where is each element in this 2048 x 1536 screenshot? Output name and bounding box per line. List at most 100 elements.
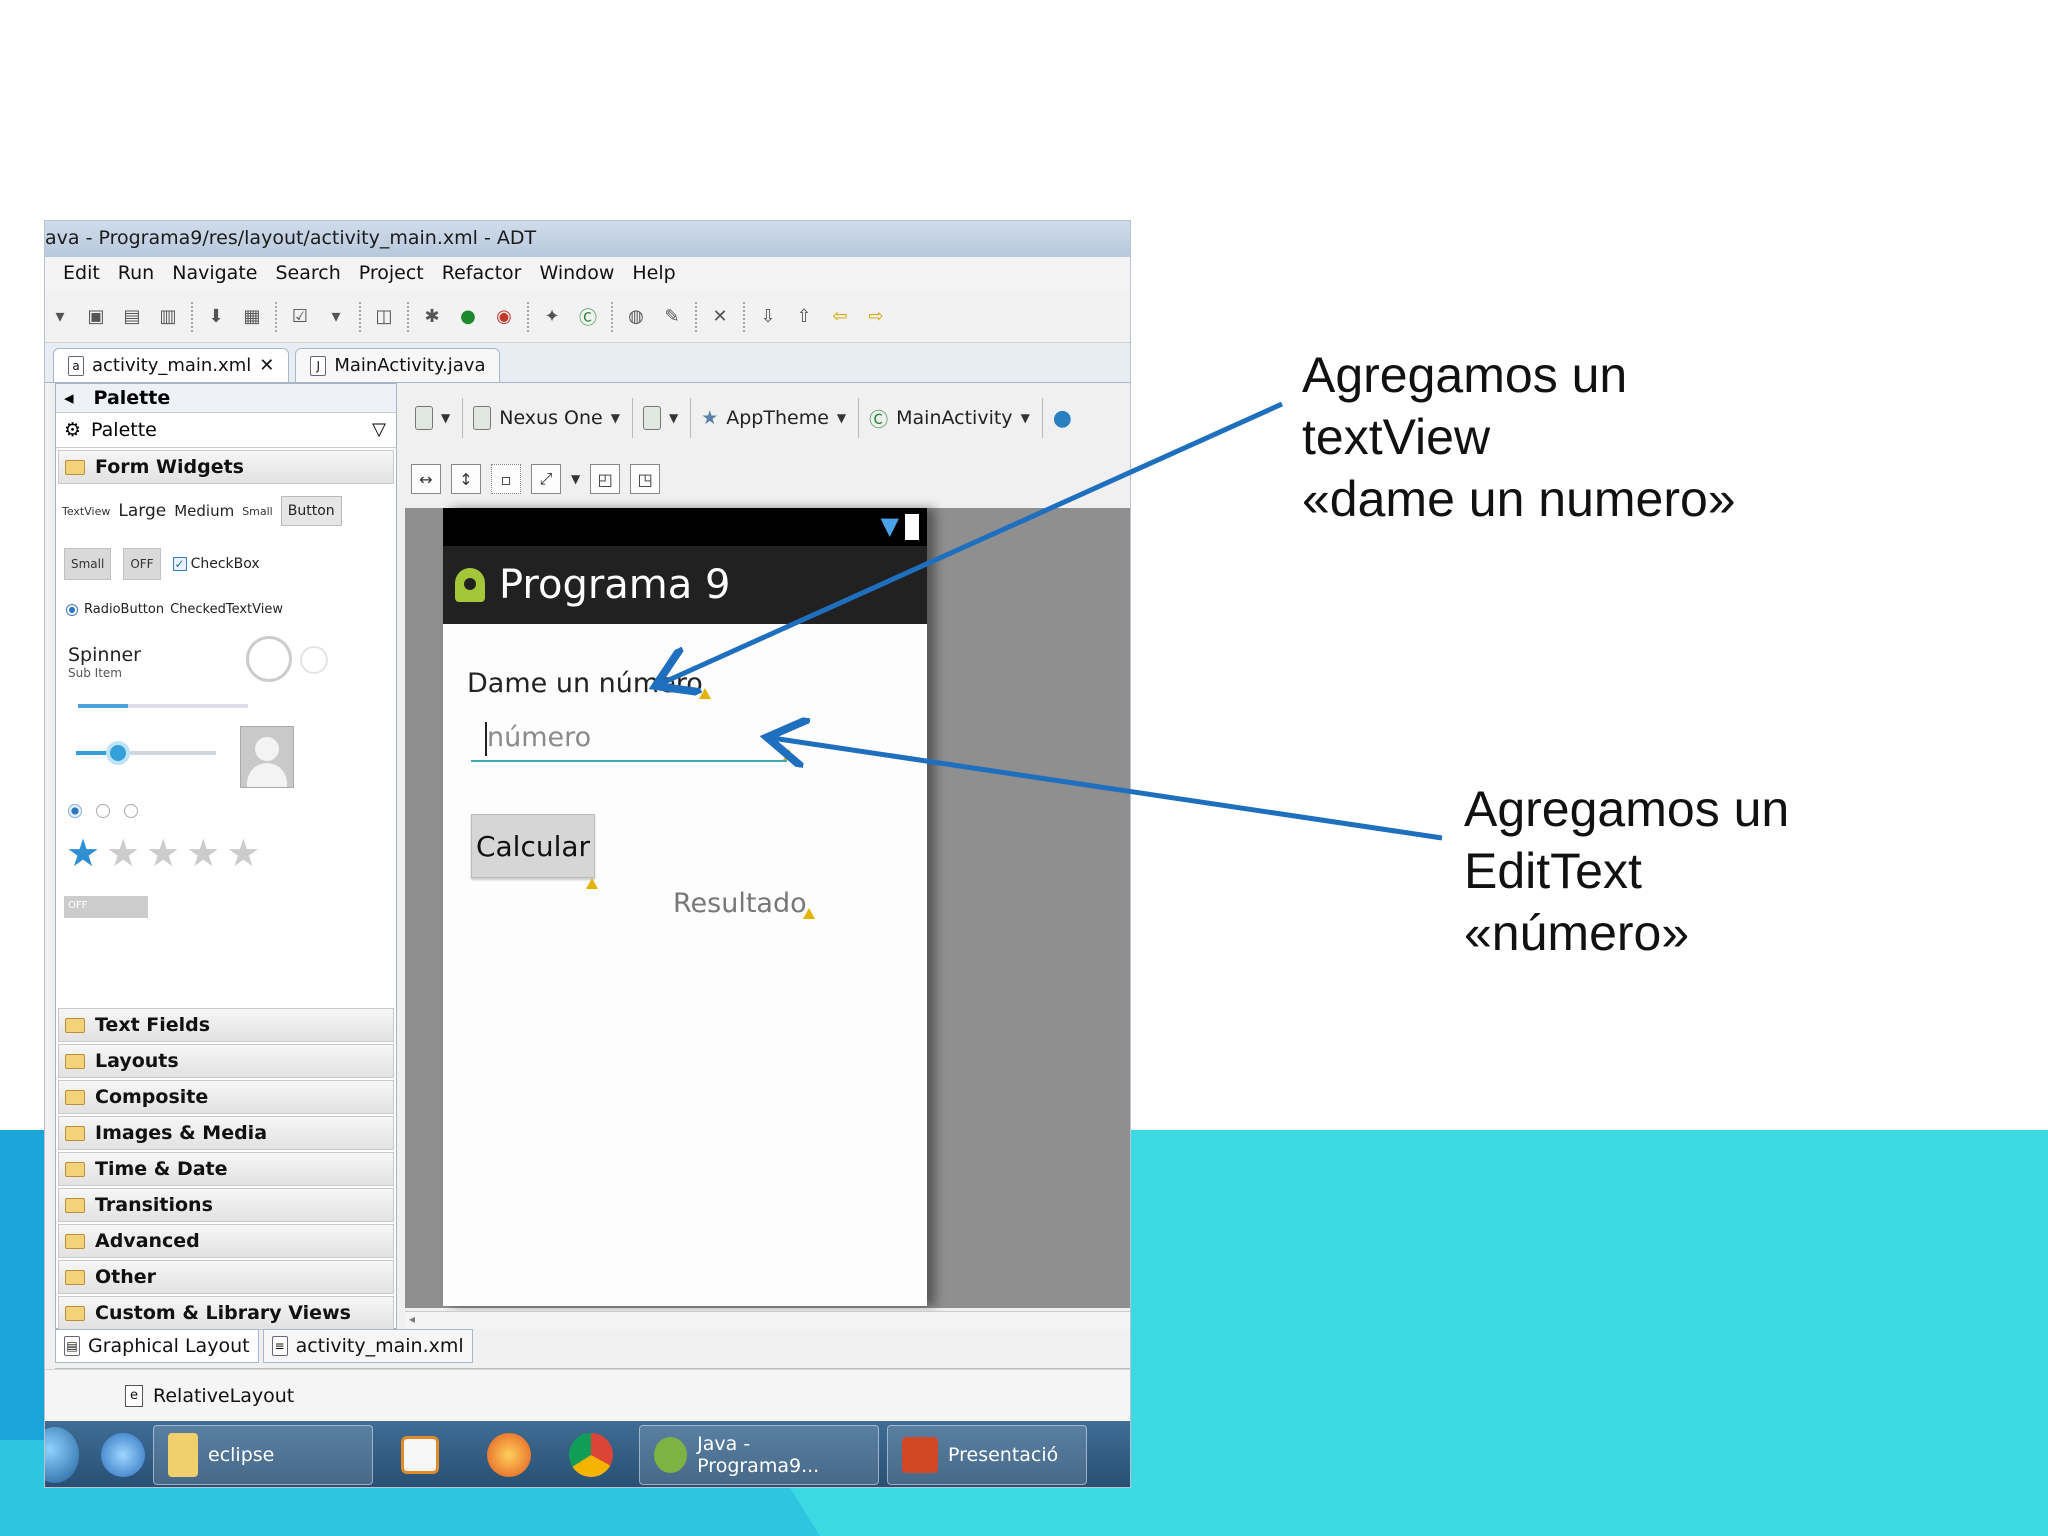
widget-large-text[interactable]: Large [118, 501, 166, 521]
start-button[interactable] [45, 1427, 79, 1483]
save-icon[interactable]: ▣ [83, 304, 109, 330]
taskbar-powerpoint[interactable]: Presentació [887, 1425, 1087, 1485]
lint-dropdown-icon[interactable]: ▾ [323, 304, 349, 330]
external-tools-icon[interactable]: ◉ [491, 304, 517, 330]
palette-selector[interactable]: ⚙ Palette ▽ [56, 412, 396, 448]
config-dropdown[interactable]: ▼ [415, 398, 464, 438]
save-all-icon[interactable]: ▤ [119, 304, 145, 330]
chrome-icon [569, 1433, 613, 1477]
widget-toggle-button[interactable]: OFF [123, 548, 161, 580]
widget-progress-bar[interactable] [78, 704, 248, 708]
outline-item-relativelayout[interactable]: RelativeLayout [153, 1385, 294, 1407]
widget-progress-large[interactable] [246, 636, 292, 682]
orientation-dropdown[interactable]: ▼ [642, 398, 692, 438]
menu-window[interactable]: Window [539, 262, 614, 291]
category-composite[interactable]: Composite [58, 1080, 394, 1114]
chevron-down-icon[interactable]: ▽ [372, 419, 386, 440]
editor-tabs: a activity_main.xml ✕ J MainActivity.jav… [45, 343, 1130, 383]
layout-left-icon[interactable]: ◰ [590, 464, 621, 494]
palette-header: ◂ Palette [56, 384, 396, 412]
seekbar-thumb[interactable] [106, 741, 130, 765]
menu-navigate[interactable]: Navigate [172, 262, 257, 291]
tab-label: MainActivity.java [334, 355, 486, 376]
edittext-number[interactable]: número [471, 716, 795, 762]
menu-edit[interactable]: Edit [63, 262, 100, 291]
widget-spinner[interactable]: Spinner Sub Item [68, 644, 141, 680]
widget-progress-small[interactable] [300, 646, 328, 674]
widget-medium-text[interactable]: Medium [174, 502, 234, 520]
widget-quickcontactbadge[interactable] [240, 726, 294, 788]
back-icon[interactable]: ⇦ [827, 304, 853, 330]
calculate-button[interactable]: Calcular [471, 814, 598, 889]
margins-icon[interactable]: ▫ [491, 464, 521, 494]
menu-refactor[interactable]: Refactor [442, 262, 522, 291]
lint-icon[interactable]: ☑ [287, 304, 313, 330]
tab-xml-source[interactable]: ≡ activity_main.xml [262, 1329, 473, 1363]
category-images-media[interactable]: Images & Media [58, 1116, 394, 1150]
category-text-fields[interactable]: Text Fields [58, 1008, 394, 1042]
collapse-icon[interactable]: ◂ [64, 387, 74, 409]
close-icon[interactable]: ✕ [259, 355, 274, 376]
widget-textview[interactable]: TextView [62, 505, 110, 518]
widget-checkedtextview[interactable]: CheckedTextView [170, 602, 283, 617]
tab-main-activity[interactable]: J MainActivity.java [295, 348, 501, 382]
locale-globe-icon[interactable]: ● [1053, 406, 1072, 431]
category-time-date[interactable]: Time & Date [58, 1152, 394, 1186]
toggle-fill-height-icon[interactable]: ↕ [451, 464, 481, 494]
forward-icon[interactable]: ⇨ [863, 304, 889, 330]
open-type-icon[interactable]: ◍ [623, 304, 649, 330]
tab-graphical-layout[interactable]: ▤ Graphical Layout [55, 1329, 259, 1363]
taskbar-chrome[interactable] [569, 1425, 613, 1485]
pin-icon[interactable]: ✕ [707, 304, 733, 330]
device-dropdown[interactable]: Nexus One ▼ [473, 398, 633, 438]
designer-layout-bar: ↔ ↕ ▫ ⤢ ▼ ◰ ◳ [397, 453, 1130, 505]
taskbar-ie[interactable] [101, 1425, 145, 1485]
widget-small-text[interactable]: Small [242, 505, 273, 518]
activity-icon: Ⓒ [869, 408, 889, 431]
new-icon[interactable]: ▾ [47, 304, 73, 330]
activity-dropdown[interactable]: Ⓒ MainActivity ▼ [869, 398, 1043, 438]
widget-checkbox[interactable]: ✓ CheckBox [172, 556, 260, 572]
new-package-icon[interactable]: ✦ [539, 304, 565, 330]
search-icon[interactable]: ✎ [659, 304, 685, 330]
chevron-down-icon[interactable]: ▼ [571, 472, 580, 486]
next-annotation-icon[interactable]: ⇩ [755, 304, 781, 330]
taskbar-firefox[interactable] [487, 1425, 531, 1485]
toggle-fill-width-icon[interactable]: ↔ [411, 464, 441, 494]
zoom-fit-icon[interactable]: ⤢ [531, 464, 561, 494]
menu-project[interactable]: Project [359, 262, 424, 291]
widget-button[interactable]: Button [280, 496, 342, 526]
category-advanced[interactable]: Advanced [58, 1224, 394, 1258]
taskbar-java-programa9[interactable]: Java - Programa9... [639, 1425, 879, 1485]
taskbar-media-player[interactable] [401, 1425, 439, 1485]
textview-prompt[interactable]: Dame un número [467, 668, 711, 699]
run-icon[interactable]: ● [455, 304, 481, 330]
category-custom-library-views[interactable]: Custom & Library Views [58, 1296, 394, 1330]
new-android-file-icon[interactable]: ◫ [371, 304, 397, 330]
menu-search[interactable]: Search [275, 262, 340, 291]
previous-annotation-icon[interactable]: ⇧ [791, 304, 817, 330]
layout-right-icon[interactable]: ◳ [630, 464, 661, 494]
menu-run[interactable]: Run [118, 262, 154, 291]
category-form-widgets[interactable]: Form Widgets [58, 450, 394, 484]
debug-icon[interactable]: ✱ [419, 304, 445, 330]
menu-help[interactable]: Help [632, 262, 675, 291]
widget-seekbar[interactable] [76, 741, 216, 765]
widget-switch[interactable]: OFF [64, 896, 148, 918]
category-layouts[interactable]: Layouts [58, 1044, 394, 1078]
widget-radiobutton[interactable]: RadioButton [84, 602, 164, 617]
result-textview[interactable]: Resultado [673, 888, 815, 919]
widget-radiogroup[interactable] [68, 804, 138, 818]
print-icon[interactable]: ▥ [155, 304, 181, 330]
category-other[interactable]: Other [58, 1260, 394, 1294]
theme-dropdown[interactable]: ★ AppTheme ▼ [701, 398, 860, 438]
taskbar-eclipse[interactable]: eclipse [153, 1425, 373, 1485]
tab-activity-main[interactable]: a activity_main.xml ✕ [53, 348, 290, 382]
horizontal-scrollbar[interactable]: ◂ [405, 1311, 1130, 1329]
avd-manager-icon[interactable]: ▦ [239, 304, 265, 330]
widget-small-button[interactable]: Small [64, 548, 112, 580]
sdk-manager-icon[interactable]: ⬇ [203, 304, 229, 330]
widget-ratingbar[interactable]: ★ ★ ★ ★ ★ [66, 834, 260, 872]
new-class-icon[interactable]: Ⓒ [575, 304, 601, 330]
category-transitions[interactable]: Transitions [58, 1188, 394, 1222]
